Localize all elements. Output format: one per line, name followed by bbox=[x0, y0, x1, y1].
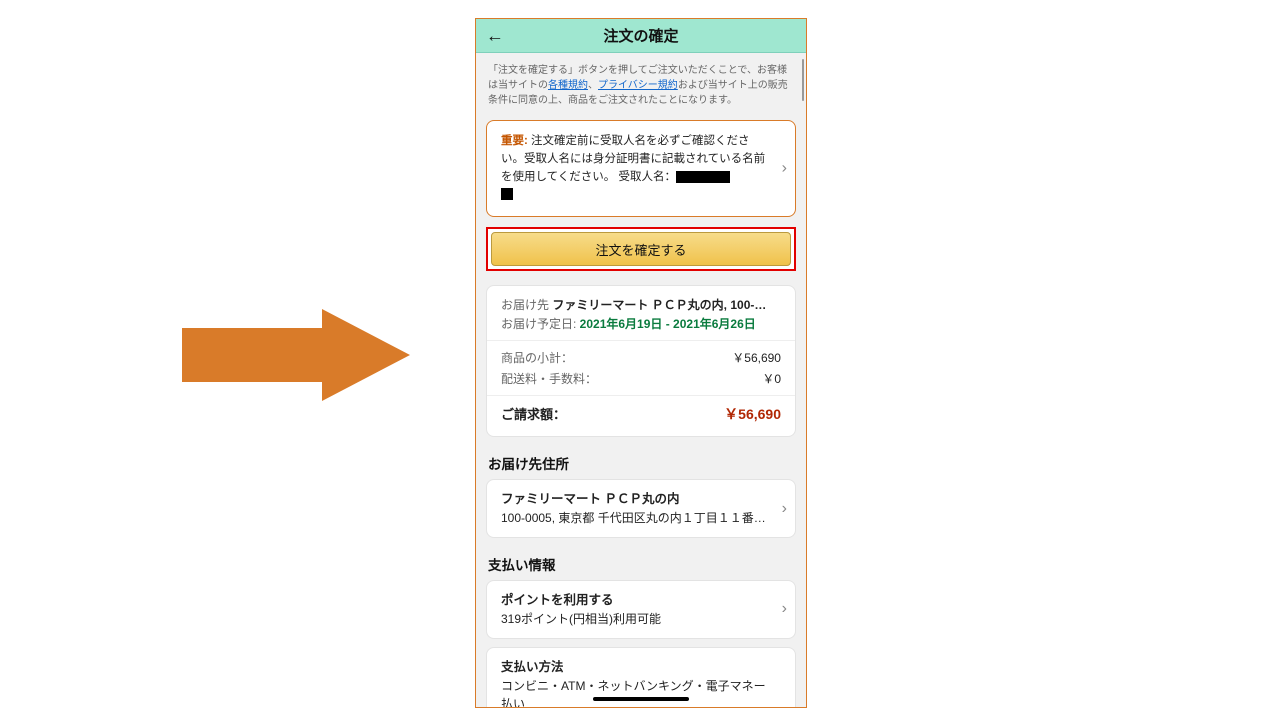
subtotal-label: 商品の小計： bbox=[501, 349, 573, 366]
subtotal-value: ￥56,690 bbox=[732, 349, 781, 366]
chevron-right-icon: › bbox=[782, 156, 787, 181]
legal-notice: 「注文を確定する」ボタンを押してご注文いただくことで、お客様は当サイトの各種規約… bbox=[476, 53, 806, 112]
use-points-title: ポイントを利用する bbox=[501, 591, 767, 610]
terms-link[interactable]: 各種規約 bbox=[548, 80, 588, 91]
home-indicator bbox=[593, 697, 689, 701]
deliver-to-label: お届け先 bbox=[501, 298, 549, 312]
confirm-order-button[interactable]: 注文を確定する bbox=[491, 232, 791, 266]
recipient-notice-card[interactable]: 重要: 注文確定前に受取人名を必ずご確認ください。受取人名には身分証明書に記載さ… bbox=[486, 120, 796, 217]
back-icon[interactable]: ← bbox=[486, 25, 504, 46]
scrollbar[interactable] bbox=[802, 59, 804, 101]
chevron-right-icon: › bbox=[782, 497, 787, 521]
payment-method-line: コンビニ・ATM・ネットバンキング・電子マネー払い bbox=[501, 677, 767, 709]
callout-arrow bbox=[182, 310, 414, 400]
app-header: ← 注文の確定 bbox=[476, 19, 806, 53]
shipping-address-card[interactable]: ファミリーマート ＰＣＰ丸の内 100-0005, 東京都 千代田区丸の内１丁目… bbox=[486, 479, 796, 538]
deliver-date-value: 2021年6月19日 - 2021年6月26日 bbox=[580, 317, 756, 331]
payment-section-title: 支払い情報 bbox=[488, 554, 794, 574]
address-line: 100-0005, 東京都 千代田区丸の内１丁目１１番… bbox=[501, 509, 767, 527]
redacted-name-2 bbox=[501, 188, 513, 200]
confirm-highlight: 注文を確定する bbox=[486, 227, 796, 271]
payment-method-title: 支払い方法 bbox=[501, 658, 767, 677]
use-points-line: 319ポイント(円相当)利用可能 bbox=[501, 610, 767, 628]
shipping-value: ￥0 bbox=[762, 370, 781, 387]
legal-sep: 、 bbox=[588, 80, 598, 91]
deliver-to-value: ファミリーマート ＰＣＰ丸の内, 100-… bbox=[549, 298, 766, 312]
shipping-label: 配送料・手数料： bbox=[501, 370, 597, 387]
deliver-date-label: お届け予定日: bbox=[501, 317, 580, 331]
order-summary-card: お届け先 ファミリーマート ＰＣＰ丸の内, 100-… お届け予定日: 2021… bbox=[486, 285, 796, 437]
address-name: ファミリーマート ＰＣＰ丸の内 bbox=[501, 490, 767, 509]
phone-frame: ← 注文の確定 「注文を確定する」ボタンを押してご注文いただくことで、お客様は当… bbox=[475, 18, 807, 708]
address-section-title: お届け先住所 bbox=[488, 453, 794, 473]
chevron-right-icon: › bbox=[782, 597, 787, 621]
important-label: 重要: bbox=[501, 135, 528, 147]
page-title: 注文の確定 bbox=[603, 25, 678, 46]
total-value: ￥56,690 bbox=[724, 404, 781, 424]
total-label: ご請求額： bbox=[501, 404, 566, 424]
privacy-link[interactable]: プライバシー規約 bbox=[598, 80, 678, 91]
use-points-card[interactable]: ポイントを利用する 319ポイント(円相当)利用可能 › bbox=[486, 580, 796, 639]
redacted-name-1 bbox=[676, 171, 730, 183]
